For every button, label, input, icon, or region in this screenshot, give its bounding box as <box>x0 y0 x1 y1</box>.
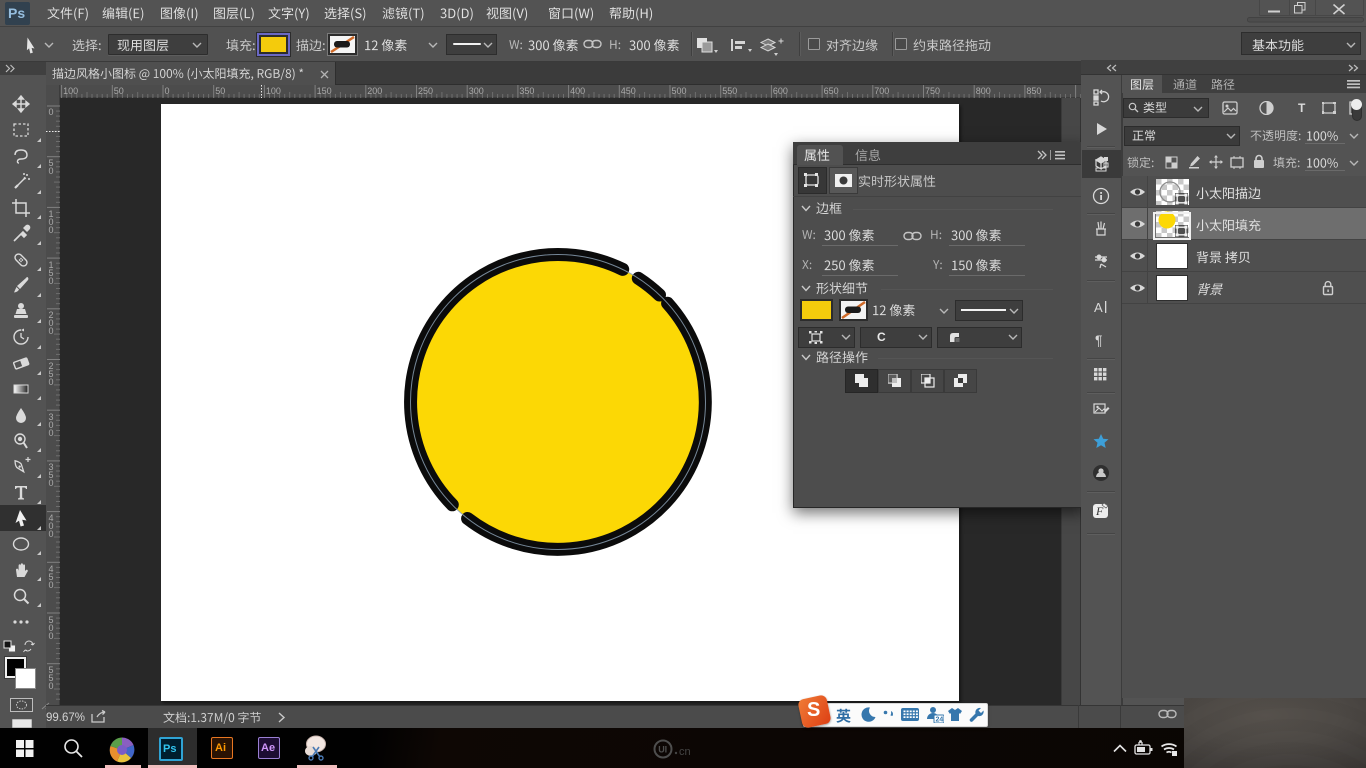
svg-text:A: A <box>1094 300 1103 315</box>
svg-text:cn: cn <box>679 746 691 758</box>
svg-text:¶: ¶ <box>1095 332 1103 348</box>
svg-text:24: 24 <box>936 717 944 724</box>
svg-text:UI: UI <box>658 745 667 755</box>
svg-text:F: F <box>1095 504 1104 518</box>
